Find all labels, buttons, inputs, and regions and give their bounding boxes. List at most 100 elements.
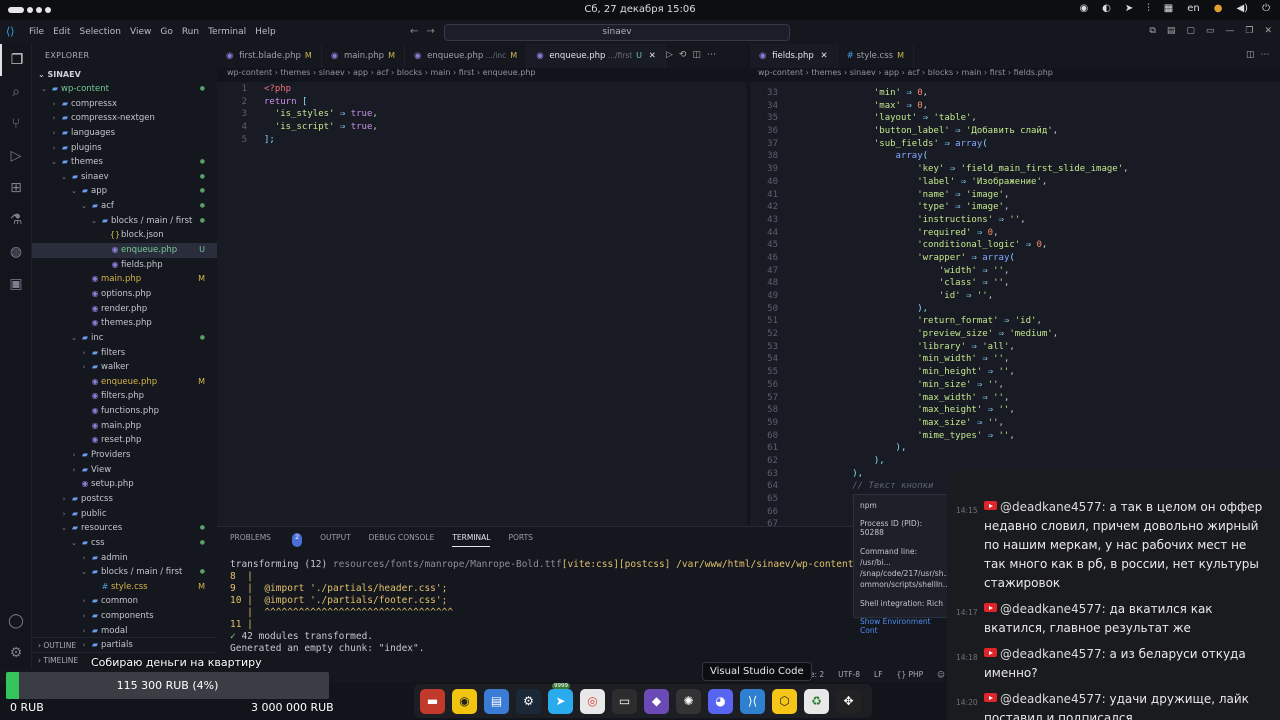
testing-icon[interactable]: ⚗ (0, 204, 32, 236)
more-actions-icon[interactable]: ⋯ (1261, 50, 1276, 60)
split-editor-icon[interactable]: ◫ (692, 50, 707, 60)
command-center-search[interactable]: sinaev (444, 24, 790, 41)
tree-item[interactable]: ⌄ ▰ resources ● (32, 521, 217, 536)
microphone-icon[interactable]: ● (1214, 3, 1223, 14)
tree-item[interactable]: ◉ fields.php (32, 258, 217, 273)
tree-item[interactable]: ◉ enqueue.php M (32, 375, 217, 390)
menu-terminal[interactable]: Terminal (208, 27, 246, 37)
panel-tab-debug-console[interactable]: DEBUG CONSOLE (369, 533, 435, 547)
editor-tab[interactable]: ◉ fields.php ✕ (750, 44, 838, 68)
tree-item[interactable]: ⌄ ▰ wp-content ● (32, 82, 217, 97)
toggle-sidebar-icon[interactable]: ▢ (1186, 26, 1195, 36)
mixer-tray-icon[interactable]: ⫶ (1147, 3, 1150, 14)
tree-item[interactable]: ◉ setup.php (32, 477, 217, 492)
show-environment-link[interactable]: Show Environment Cont (860, 617, 946, 635)
power-icon[interactable]: ⏻ (1262, 3, 1270, 14)
telegram-icon[interactable]: 9999 ➤ (548, 682, 573, 714)
left-breadcrumb[interactable]: wp-content › themes › sinaev › app › acf… (227, 68, 535, 82)
code-content[interactable]: <?php return [ 'is_styles' ⇒ true, 'is_sc… (264, 83, 378, 146)
tree-item[interactable]: ◉ enqueue.php U (32, 243, 217, 258)
tree-item[interactable]: ⌄ ▰ css ● (32, 536, 217, 551)
editor-tab[interactable]: ◉ enqueue.php .../first U ✕ (527, 44, 666, 68)
tree-item[interactable]: ◉ themes.php (32, 316, 217, 331)
tree-item[interactable]: › ▰ plugins (32, 141, 217, 156)
tree-item[interactable]: ⌄ ▰ app ● (32, 184, 217, 199)
search-icon[interactable]: ⌕ (0, 76, 32, 108)
source-control-icon[interactable]: ⑂ (0, 108, 32, 140)
left-code-editor[interactable]: 1 2 3 45 <?php return [ 'is_styles' ⇒ true, … (217, 82, 747, 526)
menu-edit[interactable]: Edit (53, 27, 70, 37)
terminal-output[interactable]: transforming (12) resources/fonts/manrop… (230, 559, 899, 655)
menu-run[interactable]: Run (182, 27, 199, 37)
menu-view[interactable]: View (130, 27, 151, 37)
tree-item[interactable]: › ▰ public (32, 507, 217, 522)
tree-item[interactable]: ◉ main.php M (32, 272, 217, 287)
nav-arrows[interactable]: ←→ (410, 26, 443, 37)
more-actions-icon[interactable]: ⋯ (707, 50, 722, 60)
software-store-icon[interactable]: ▤ (484, 688, 509, 714)
run-icon[interactable]: ▷ (666, 50, 679, 60)
volume-icon[interactable]: ◀) (1236, 3, 1248, 14)
panel-tab-output[interactable]: OUTPUT (320, 533, 351, 547)
tree-item[interactable]: ◉ functions.php (32, 404, 217, 419)
tree-item[interactable]: › ▰ common (32, 594, 217, 609)
tree-item[interactable]: ◉ render.php (32, 302, 217, 317)
tree-item[interactable]: ⌄ ▰ sinaev ● (32, 170, 217, 185)
tree-item[interactable]: › ▰ View (32, 463, 217, 478)
panel-tab-terminal[interactable]: TERMINAL (452, 533, 491, 547)
panel-tab-problems[interactable]: PROBLEMS (230, 533, 271, 547)
tree-item[interactable]: › ▰ admin (32, 551, 217, 566)
tree-item[interactable]: › ▰ Providers (32, 448, 217, 463)
editor-tab[interactable]: ◉ enqueue.php .../inc M (405, 44, 528, 68)
split-editor-icon[interactable]: ◫ (1246, 50, 1261, 60)
right-breadcrumb[interactable]: wp-content › themes › sinaev › app › acf… (758, 68, 1053, 82)
account-icon[interactable]: ◯ (0, 605, 32, 637)
vscode-icon[interactable]: ⟩⟨ (740, 688, 765, 714)
discord-icon[interactable]: ◕ (708, 688, 733, 714)
tree-item[interactable]: ◉ filters.php (32, 389, 217, 404)
editor-tab[interactable]: # style.css M (838, 44, 914, 68)
right-code-editor[interactable]: 33 34 35 36 37 38 39 40 41 42 43 44 45 46 47 48 49 50 51 52… (750, 82, 1280, 526)
project-root[interactable]: ⌄ SINAEV (32, 68, 217, 82)
tree-item[interactable]: › ▰ components (32, 609, 217, 624)
files-icon[interactable]: ▬ (420, 688, 445, 714)
tree-item[interactable]: › ▰ languages (32, 126, 217, 141)
language-mode[interactable]: {} PHP (897, 670, 924, 679)
close-tab-icon[interactable]: ✕ (646, 51, 656, 61)
tree-item[interactable]: › ▰ postcss (32, 492, 217, 507)
obs-icon[interactable]: ◉ (452, 688, 477, 714)
editor-tab[interactable]: ◉ first.blade.php M (217, 44, 322, 68)
tree-item[interactable]: # style.css M (32, 580, 217, 595)
openai-icon[interactable]: ✺ (676, 688, 701, 714)
bitwarden-icon[interactable]: ⬡ (772, 688, 797, 714)
menu-help[interactable]: Help (255, 27, 276, 37)
extensions-icon[interactable]: ⊞ (0, 172, 32, 204)
encoding[interactable]: UTF-8 (838, 670, 860, 679)
toggle-panel-icon[interactable]: ▭ (1206, 26, 1215, 36)
tree-item[interactable]: ⌄ ▰ inc ● (32, 331, 217, 346)
panel-tab-ports[interactable]: PORTS (508, 533, 532, 547)
tree-item[interactable]: › ▰ compressx-nextgen (32, 111, 217, 126)
remote-icon[interactable]: ◍ (0, 236, 32, 268)
explorer-icon[interactable]: ❐ (0, 44, 32, 76)
obsidian-icon[interactable]: ◆ (644, 688, 669, 714)
docker-icon[interactable]: ▣ (0, 268, 32, 300)
tree-item[interactable]: ⌄ ▰ acf ● (32, 199, 217, 214)
tree-item[interactable]: › ▰ compressx (32, 97, 217, 112)
maximize-icon[interactable]: ❐ (1245, 26, 1253, 36)
menu-file[interactable]: File (29, 27, 44, 37)
keyboard-tray-icon[interactable]: ▦ (1164, 3, 1173, 14)
telegram-tray-icon[interactable]: ➤ (1125, 3, 1133, 14)
copilot-icon[interactable]: ⧉ (1149, 26, 1155, 36)
tree-item[interactable]: ◉ main.php (32, 419, 217, 434)
tree-item[interactable]: ◉ reset.php (32, 433, 217, 448)
copilot-status-icon[interactable]: ☺ (937, 670, 945, 679)
steam-icon[interactable]: ⚙ (516, 688, 541, 714)
media-tray-icon[interactable]: ◐ (1102, 3, 1111, 14)
tree-item[interactable]: ⌄ ▰ blocks / main / first ● (32, 565, 217, 580)
editor-tab[interactable]: ◉ main.php M (322, 44, 405, 68)
tree-item[interactable]: › ▰ walker (32, 360, 217, 375)
menu-go[interactable]: Go (160, 27, 172, 37)
compare-icon[interactable]: ⟲ (679, 50, 693, 60)
tree-item[interactable]: ⌄ ▰ blocks / main / first ● (32, 214, 217, 229)
